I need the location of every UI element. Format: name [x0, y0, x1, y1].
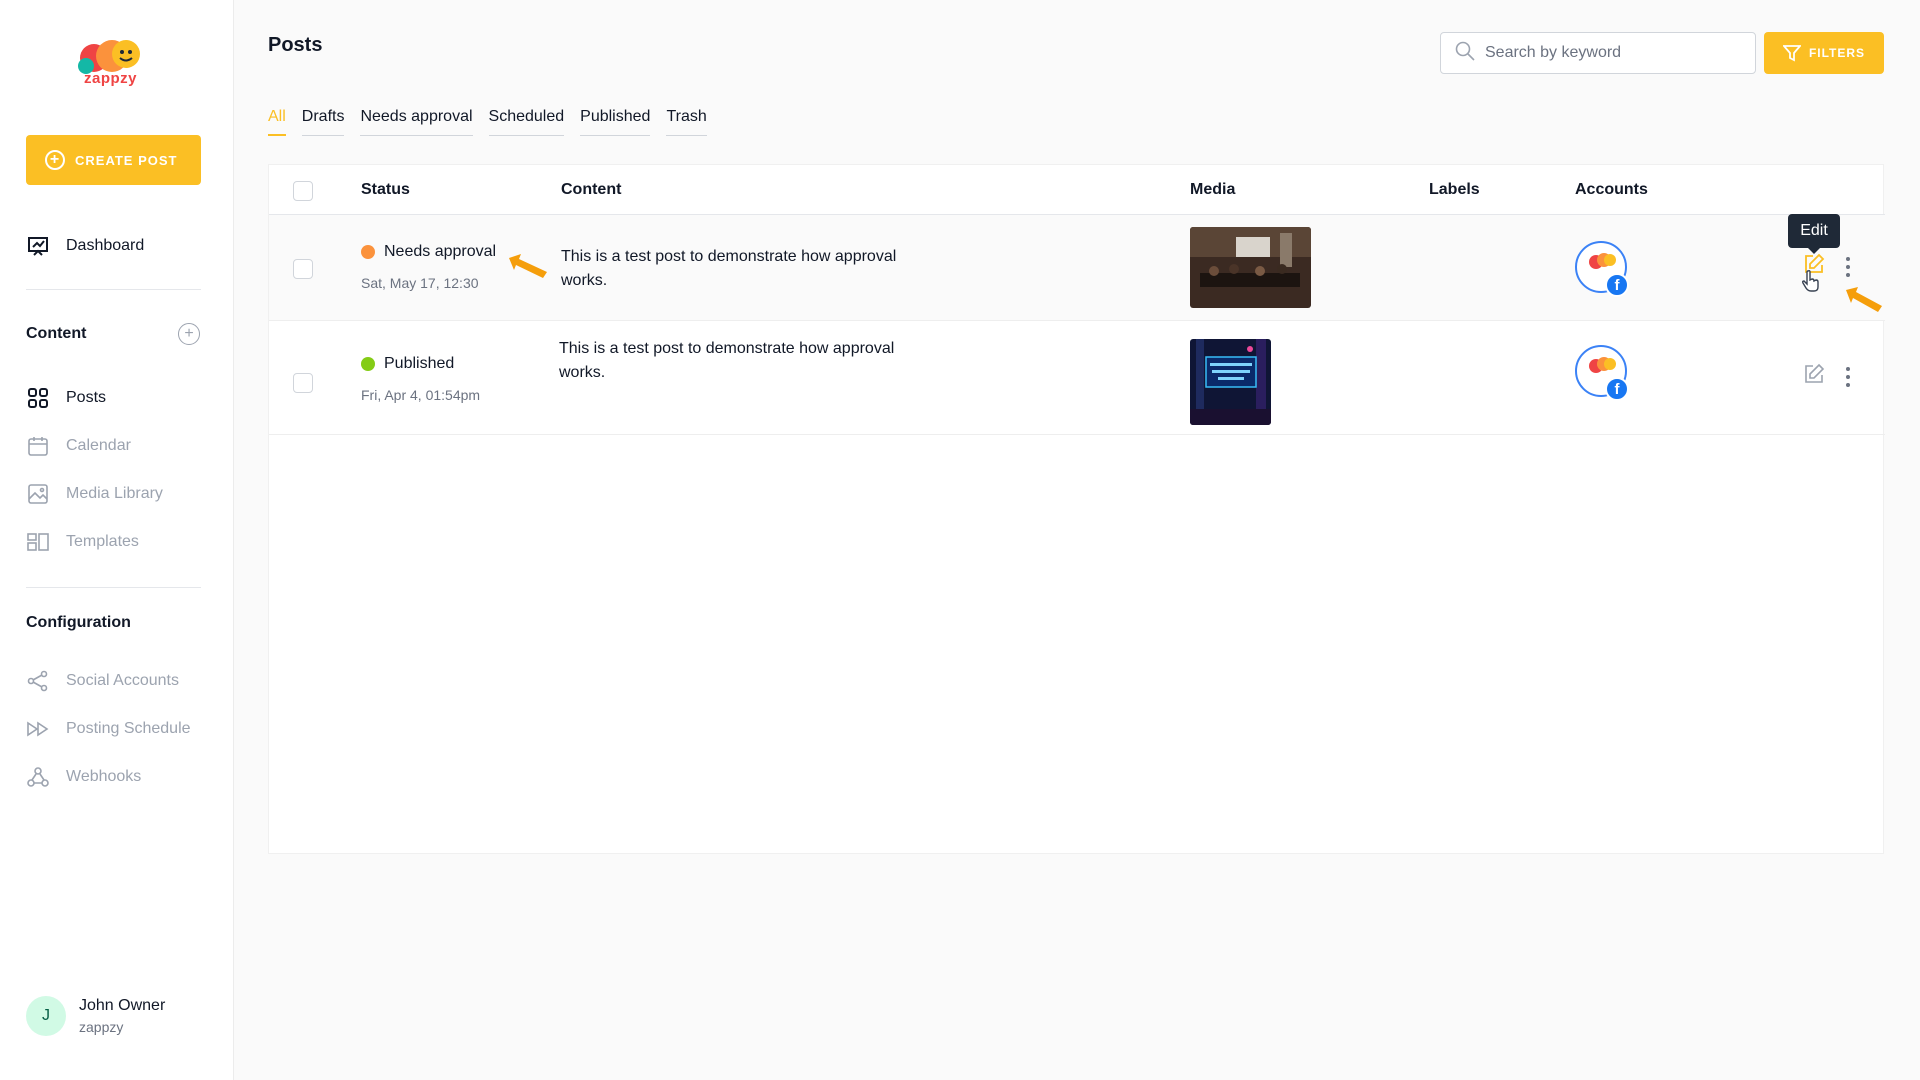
table-header: Status Content Media Labels Accounts	[269, 165, 1885, 215]
table-row[interactable]: Published Fri, Apr 4, 01:54pm This is a …	[269, 321, 1885, 435]
media-thumbnail[interactable]	[1190, 339, 1271, 425]
select-all-checkbox[interactable]	[293, 181, 313, 201]
sidebar-item-posts[interactable]: Posts	[26, 386, 106, 410]
zappzy-mini-logo	[1589, 357, 1616, 373]
sidebar-divider	[26, 289, 201, 290]
row-checkbox[interactable]	[293, 259, 313, 279]
tab-scheduled[interactable]: Scheduled	[488, 108, 565, 136]
plus-circle-icon: +	[45, 150, 65, 170]
sidebar-item-label: Posting Schedule	[66, 720, 191, 737]
tab-trash[interactable]: Trash	[666, 108, 707, 136]
zappzy-mini-logo	[1589, 253, 1616, 269]
dashboard-icon	[26, 234, 50, 258]
tab-published[interactable]: Published	[580, 108, 651, 136]
add-content-icon[interactable]: +	[178, 323, 200, 345]
search-box[interactable]	[1440, 32, 1756, 74]
create-post-label: CREATE POST	[75, 152, 178, 168]
sidebar: zappzy + CREATE POST Dashboard Content +…	[0, 0, 234, 1080]
more-options-icon[interactable]	[1845, 257, 1851, 281]
search-icon	[1455, 41, 1475, 66]
sidebar-item-label: Webhooks	[66, 768, 142, 785]
status-dot	[361, 357, 375, 371]
page-title: Posts	[268, 34, 323, 56]
content-section-title: Content	[26, 325, 87, 342]
sidebar-item-label: Social Accounts	[66, 672, 179, 689]
sidebar-item-social-accounts[interactable]: Social Accounts	[26, 669, 179, 693]
create-post-button[interactable]: + CREATE POST	[26, 135, 201, 185]
post-date: Sat, May 17, 12:30	[361, 275, 479, 291]
edit-tooltip: Edit	[1788, 214, 1840, 254]
brand-name: zappzy	[84, 70, 138, 87]
templates-icon	[26, 530, 50, 554]
sidebar-divider	[26, 587, 201, 588]
user-name: John Owner	[79, 997, 166, 1014]
user-org: zappzy	[79, 1019, 124, 1035]
configuration-section-title: Configuration	[26, 614, 131, 631]
annotation-arrow-icon	[509, 254, 547, 278]
edit-icon[interactable]	[1803, 363, 1825, 390]
calendar-icon	[26, 434, 50, 458]
column-accounts: Accounts	[1575, 181, 1648, 198]
image-icon	[26, 482, 50, 506]
more-options-icon[interactable]	[1845, 367, 1851, 391]
sidebar-item-label: Templates	[66, 533, 139, 550]
sidebar-item-label: Calendar	[66, 437, 131, 454]
filters-label: FILTERS	[1808, 46, 1866, 60]
status-badge: Published	[361, 355, 454, 373]
media-thumbnail[interactable]	[1190, 227, 1311, 308]
webhook-icon	[26, 765, 50, 789]
column-content: Content	[561, 181, 622, 198]
post-tabs: All Drafts Needs approval Scheduled Publ…	[268, 108, 723, 136]
avatar: J	[26, 996, 66, 1036]
sidebar-item-webhooks[interactable]: Webhooks	[26, 765, 141, 789]
sidebar-item-media-library[interactable]: Media Library	[26, 482, 163, 506]
row-checkbox[interactable]	[293, 373, 313, 393]
filters-button[interactable]: FILTERS	[1764, 32, 1884, 74]
status-label: Published	[384, 355, 455, 372]
fast-forward-icon	[26, 717, 50, 741]
zappzy-logo[interactable]: zappzy	[74, 36, 156, 90]
column-media: Media	[1190, 181, 1236, 198]
column-status: Status	[361, 181, 410, 198]
post-content[interactable]: This is a test post to demonstrate how a…	[559, 337, 929, 385]
sidebar-item-calendar[interactable]: Calendar	[26, 434, 131, 458]
tab-drafts[interactable]: Drafts	[301, 108, 345, 136]
account-avatar[interactable]: f	[1575, 345, 1629, 401]
sidebar-item-label: Dashboard	[66, 237, 145, 254]
grid-icon	[26, 386, 50, 410]
share-icon	[26, 669, 50, 693]
sidebar-item-label: Posts	[66, 389, 107, 406]
tab-needs-approval[interactable]: Needs approval	[360, 108, 473, 136]
sidebar-item-label: Media Library	[66, 485, 163, 502]
facebook-icon: f	[1605, 273, 1629, 297]
hand-cursor-icon	[1801, 269, 1821, 298]
user-profile[interactable]: J John Owner zappzy	[26, 996, 165, 1036]
tab-all[interactable]: All	[268, 108, 286, 136]
annotation-arrow-icon	[1846, 287, 1882, 312]
search-input[interactable]	[1485, 44, 1735, 62]
filter-icon	[1782, 45, 1801, 62]
post-content[interactable]: This is a test post to demonstrate how a…	[561, 245, 931, 293]
sidebar-item-posting-schedule[interactable]: Posting Schedule	[26, 717, 191, 741]
column-labels: Labels	[1429, 181, 1480, 198]
status-badge: Needs approval	[361, 243, 496, 261]
sidebar-item-templates[interactable]: Templates	[26, 530, 139, 554]
status-label: Needs approval	[384, 243, 497, 260]
facebook-icon: f	[1605, 377, 1629, 401]
post-date: Fri, Apr 4, 01:54pm	[361, 387, 481, 403]
status-dot	[361, 245, 375, 259]
sidebar-item-dashboard[interactable]: Dashboard	[26, 234, 144, 258]
account-avatar[interactable]: f	[1575, 241, 1629, 297]
